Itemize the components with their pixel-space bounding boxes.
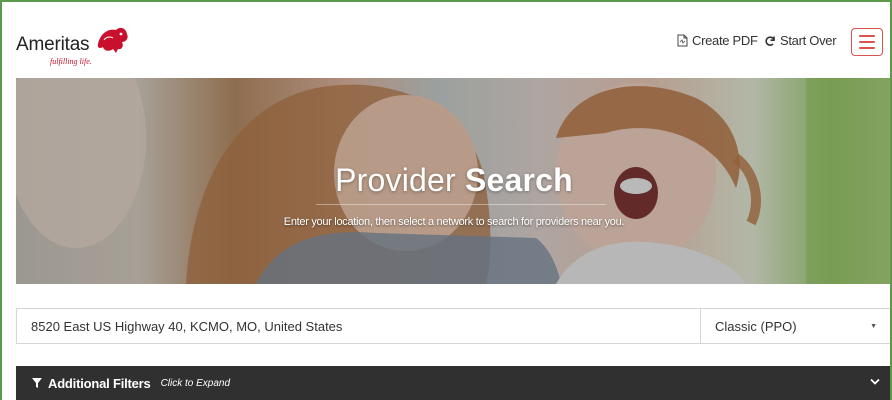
network-select[interactable]: Classic (PPO) ▼ bbox=[700, 308, 890, 344]
hero-subtitle: Enter your location, then select a netwo… bbox=[283, 216, 625, 228]
create-pdf-label: Create PDF bbox=[692, 33, 758, 48]
filters-hint: Click to Expand bbox=[160, 377, 231, 389]
hamburger-menu-button[interactable] bbox=[851, 28, 883, 56]
title-regular: Provider bbox=[335, 162, 456, 198]
hamburger-line bbox=[859, 47, 875, 49]
filter-funnel-icon bbox=[32, 378, 42, 388]
hamburger-menu-icon bbox=[859, 35, 875, 37]
additional-filters-bar[interactable]: Additional Filters Click to Expand bbox=[16, 366, 890, 400]
caret-down-icon: ▼ bbox=[870, 322, 877, 330]
logo-wordmark: Ameritas bbox=[16, 34, 90, 55]
header: Ameritas fulfilling life. Create PDF Sta… bbox=[2, 2, 890, 78]
start-over-label: Start Over bbox=[780, 33, 837, 48]
pdf-file-icon bbox=[677, 34, 688, 47]
filters-label: Additional Filters bbox=[48, 375, 151, 391]
start-over-link[interactable]: Start Over bbox=[764, 33, 837, 48]
hamburger-line bbox=[859, 41, 875, 43]
title-bold: Search bbox=[464, 162, 573, 198]
network-selected-value: Classic (PPO) bbox=[715, 318, 797, 334]
location-input[interactable] bbox=[16, 308, 700, 344]
refresh-icon bbox=[765, 35, 775, 46]
hero-banner: Provider Search Enter your location, the… bbox=[16, 78, 890, 284]
page-frame: Ameritas fulfilling life. Create PDF Sta… bbox=[0, 0, 892, 400]
create-pdf-link[interactable]: Create PDF bbox=[677, 33, 758, 48]
hero-divider bbox=[316, 204, 606, 205]
chevron-down-icon bbox=[870, 378, 880, 385]
logo-tagline: fulfilling life. bbox=[50, 57, 92, 66]
page-title: Provider Search bbox=[16, 162, 890, 199]
ameritas-logo[interactable]: Ameritas fulfilling life. bbox=[16, 22, 136, 68]
search-row: Classic (PPO) ▼ bbox=[16, 308, 890, 344]
lion-icon bbox=[97, 27, 128, 53]
